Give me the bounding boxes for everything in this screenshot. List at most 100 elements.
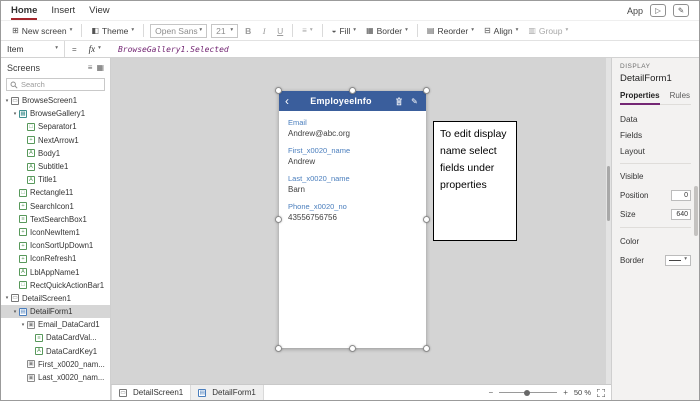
- italic-button[interactable]: I: [258, 26, 270, 36]
- menu-tab-insert[interactable]: Insert: [51, 1, 75, 20]
- form-icon: [19, 307, 27, 316]
- edit-tool-button[interactable]: ✎: [673, 4, 689, 17]
- label-icon: [27, 149, 35, 158]
- tree-item-rectquickactionbar1[interactable]: RectQuickActionBar1: [1, 279, 110, 292]
- tree-item-first-x0020-nam[interactable]: First_x0020_nam...: [1, 358, 110, 371]
- zoom-in-button[interactable]: +: [563, 388, 568, 397]
- property-select[interactable]: Item ▾: [1, 41, 65, 57]
- font-family-select[interactable]: Open Sans ▾: [150, 23, 208, 38]
- detail-screen-preview[interactable]: ‹ EmployeeInfo ✎ Email Andrew@abc.org Firs…: [275, 87, 430, 352]
- reorder-button[interactable]: ▤ Reorder ▾: [424, 23, 477, 39]
- fx-icon: fx: [88, 44, 96, 54]
- fx-select[interactable]: fx ▾: [84, 44, 106, 54]
- bottom-tab-label: DetailForm1: [212, 388, 256, 397]
- tree-item-datacardkey1[interactable]: DataCardKey1: [1, 345, 110, 358]
- canvas[interactable]: ‹ EmployeeInfo ✎ Email Andrew@abc.org Firs…: [111, 58, 611, 384]
- props-tab-rules[interactable]: Rules: [670, 91, 690, 105]
- tree-item-separator1[interactable]: Separator1: [1, 120, 110, 133]
- search-input[interactable]: Search: [6, 78, 105, 91]
- tree-item-detailform1[interactable]: ▾ DetailForm1: [1, 305, 110, 319]
- tree-item-subtitle1[interactable]: Subtitle1: [1, 160, 110, 173]
- selection-handle-bottom-right[interactable]: [423, 345, 430, 352]
- bold-button[interactable]: B: [242, 26, 254, 36]
- group-button[interactable]: ▥ Group ▾: [525, 23, 571, 39]
- label-icon: [27, 162, 35, 171]
- chevron-down-icon[interactable]: ▾: [3, 98, 11, 104]
- chevron-down-icon: ▾: [684, 256, 687, 263]
- preview-button[interactable]: ▷: [650, 4, 666, 17]
- annotation-textbox[interactable]: To edit display name select fields under…: [433, 121, 517, 241]
- fill-button[interactable]: ◒ Fill ▾: [329, 23, 359, 39]
- tree-item-last-x0020-nam[interactable]: Last_x0020_nam...: [1, 371, 110, 384]
- card-icon: [27, 320, 35, 329]
- selection-handle-top-middle[interactable]: [349, 87, 356, 94]
- display-label: DISPLAY: [620, 63, 651, 70]
- tree-item-browsescreen1[interactable]: ▾ BrowseScreen1: [1, 94, 110, 107]
- selection-handle-bottom-left[interactable]: [275, 345, 282, 352]
- form-field-email[interactable]: Email Andrew@abc.org: [288, 118, 417, 138]
- tree-item-iconsortupdown1[interactable]: IconSortUpDown1: [1, 239, 110, 252]
- fit-to-window-icon[interactable]: [597, 388, 605, 397]
- form-field-last-x0020-name[interactable]: Last_x0020_name Barn: [288, 174, 417, 194]
- menu-tab-view[interactable]: View: [89, 1, 109, 20]
- chevron-down-icon[interactable]: ▾: [3, 295, 11, 301]
- formula-input[interactable]: BrowseGallery1.Selected: [106, 45, 229, 54]
- tree-item-datacardval[interactable]: DataCardVal...: [1, 331, 110, 344]
- selection-handle-bottom-middle[interactable]: [349, 345, 356, 352]
- selection-handle-middle-left[interactable]: [275, 216, 282, 223]
- tree-item-textsearchbox1[interactable]: TextSearchBox1: [1, 213, 110, 226]
- screen-header[interactable]: ‹ EmployeeInfo ✎: [279, 91, 426, 111]
- tree-item-iconrefresh1[interactable]: IconRefresh1: [1, 252, 110, 265]
- tree-item-iconnewitem1[interactable]: IconNewItem1: [1, 226, 110, 239]
- back-arrow-icon[interactable]: ‹: [285, 95, 289, 107]
- menu-tab-home[interactable]: Home: [11, 1, 38, 20]
- form-field-phone-x0020-no[interactable]: Phone_x0020_no 43556756756: [288, 202, 417, 222]
- underline-button[interactable]: U: [274, 26, 286, 36]
- reorder-icon: ▤: [426, 25, 435, 35]
- chevron-down-icon[interactable]: ▾: [19, 322, 27, 328]
- selection-handle-top-right[interactable]: [423, 87, 430, 94]
- properties-panel: DISPLAY DetailForm1 Properties Rules Data…: [611, 58, 699, 400]
- list-view-icon[interactable]: ≡: [88, 63, 93, 72]
- theme-button[interactable]: ◧ Theme ▾: [88, 23, 137, 39]
- tree-item-detailscreen1[interactable]: ▾ DetailScreen1: [1, 292, 110, 305]
- size-width-input[interactable]: 640: [671, 208, 691, 220]
- trash-icon[interactable]: [393, 97, 404, 106]
- props-nav-fields[interactable]: Fields: [620, 127, 691, 143]
- selection-handle-top-left[interactable]: [275, 87, 282, 94]
- bottom-tab-detailscreen1[interactable]: DetailScreen1: [111, 385, 192, 400]
- border-button[interactable]: ▦ Border ▾: [363, 23, 411, 39]
- border-style-select[interactable]: ▾: [665, 254, 691, 266]
- tree-item-title1[interactable]: Title1: [1, 173, 110, 186]
- chevron-down-icon[interactable]: ▾: [11, 111, 19, 117]
- text-align-button[interactable]: ≡ ▾: [299, 23, 315, 39]
- props-nav-layout[interactable]: Layout: [620, 143, 691, 159]
- edit-pencil-icon[interactable]: ✎: [409, 97, 420, 106]
- font-size-select[interactable]: 21 ▾: [211, 23, 239, 38]
- phone-mockup[interactable]: ‹ EmployeeInfo ✎ Email Andrew@abc.org Firs…: [279, 91, 426, 348]
- position-x-input[interactable]: 0: [671, 189, 691, 201]
- selection-handle-middle-right[interactable]: [423, 216, 430, 223]
- chevron-down-icon[interactable]: ▾: [11, 309, 19, 315]
- bottom-tab-detailform1[interactable]: DetailForm1: [191, 385, 264, 400]
- align-button[interactable]: ⊟ Align ▾: [481, 23, 521, 39]
- canvas-scrollbar-thumb[interactable]: [607, 166, 610, 221]
- props-tab-properties[interactable]: Properties: [620, 91, 660, 105]
- new-screen-label: New screen: [21, 25, 67, 36]
- tree-item-email-datacard1[interactable]: ▾ Email_DataCard1: [1, 318, 110, 331]
- tree-item-browsegallery1[interactable]: ▾ BrowseGallery1: [1, 107, 110, 120]
- tree-item-rectangle11[interactable]: Rectangle11: [1, 186, 110, 199]
- new-screen-button[interactable]: ⊞ New screen ▾: [9, 23, 75, 39]
- tree-item-lblappname1[interactable]: LblAppName1: [1, 265, 110, 278]
- zoom-slider-thumb[interactable]: [524, 389, 531, 396]
- grid-view-icon[interactable]: ▦: [96, 63, 104, 72]
- props-nav-data[interactable]: Data: [620, 111, 691, 127]
- tree-item-nextarrow1[interactable]: NextArrow1: [1, 134, 110, 147]
- zoom-slider[interactable]: [499, 389, 558, 396]
- form-field-first-x0020-name[interactable]: First_x0020_name Andrew: [288, 146, 417, 166]
- props-scrollbar[interactable]: [694, 58, 698, 400]
- zoom-out-button[interactable]: −: [489, 388, 494, 397]
- tree-item-searchicon1[interactable]: SearchIcon1: [1, 200, 110, 213]
- props-scrollbar-thumb[interactable]: [694, 186, 698, 236]
- tree-item-body1[interactable]: Body1: [1, 147, 110, 160]
